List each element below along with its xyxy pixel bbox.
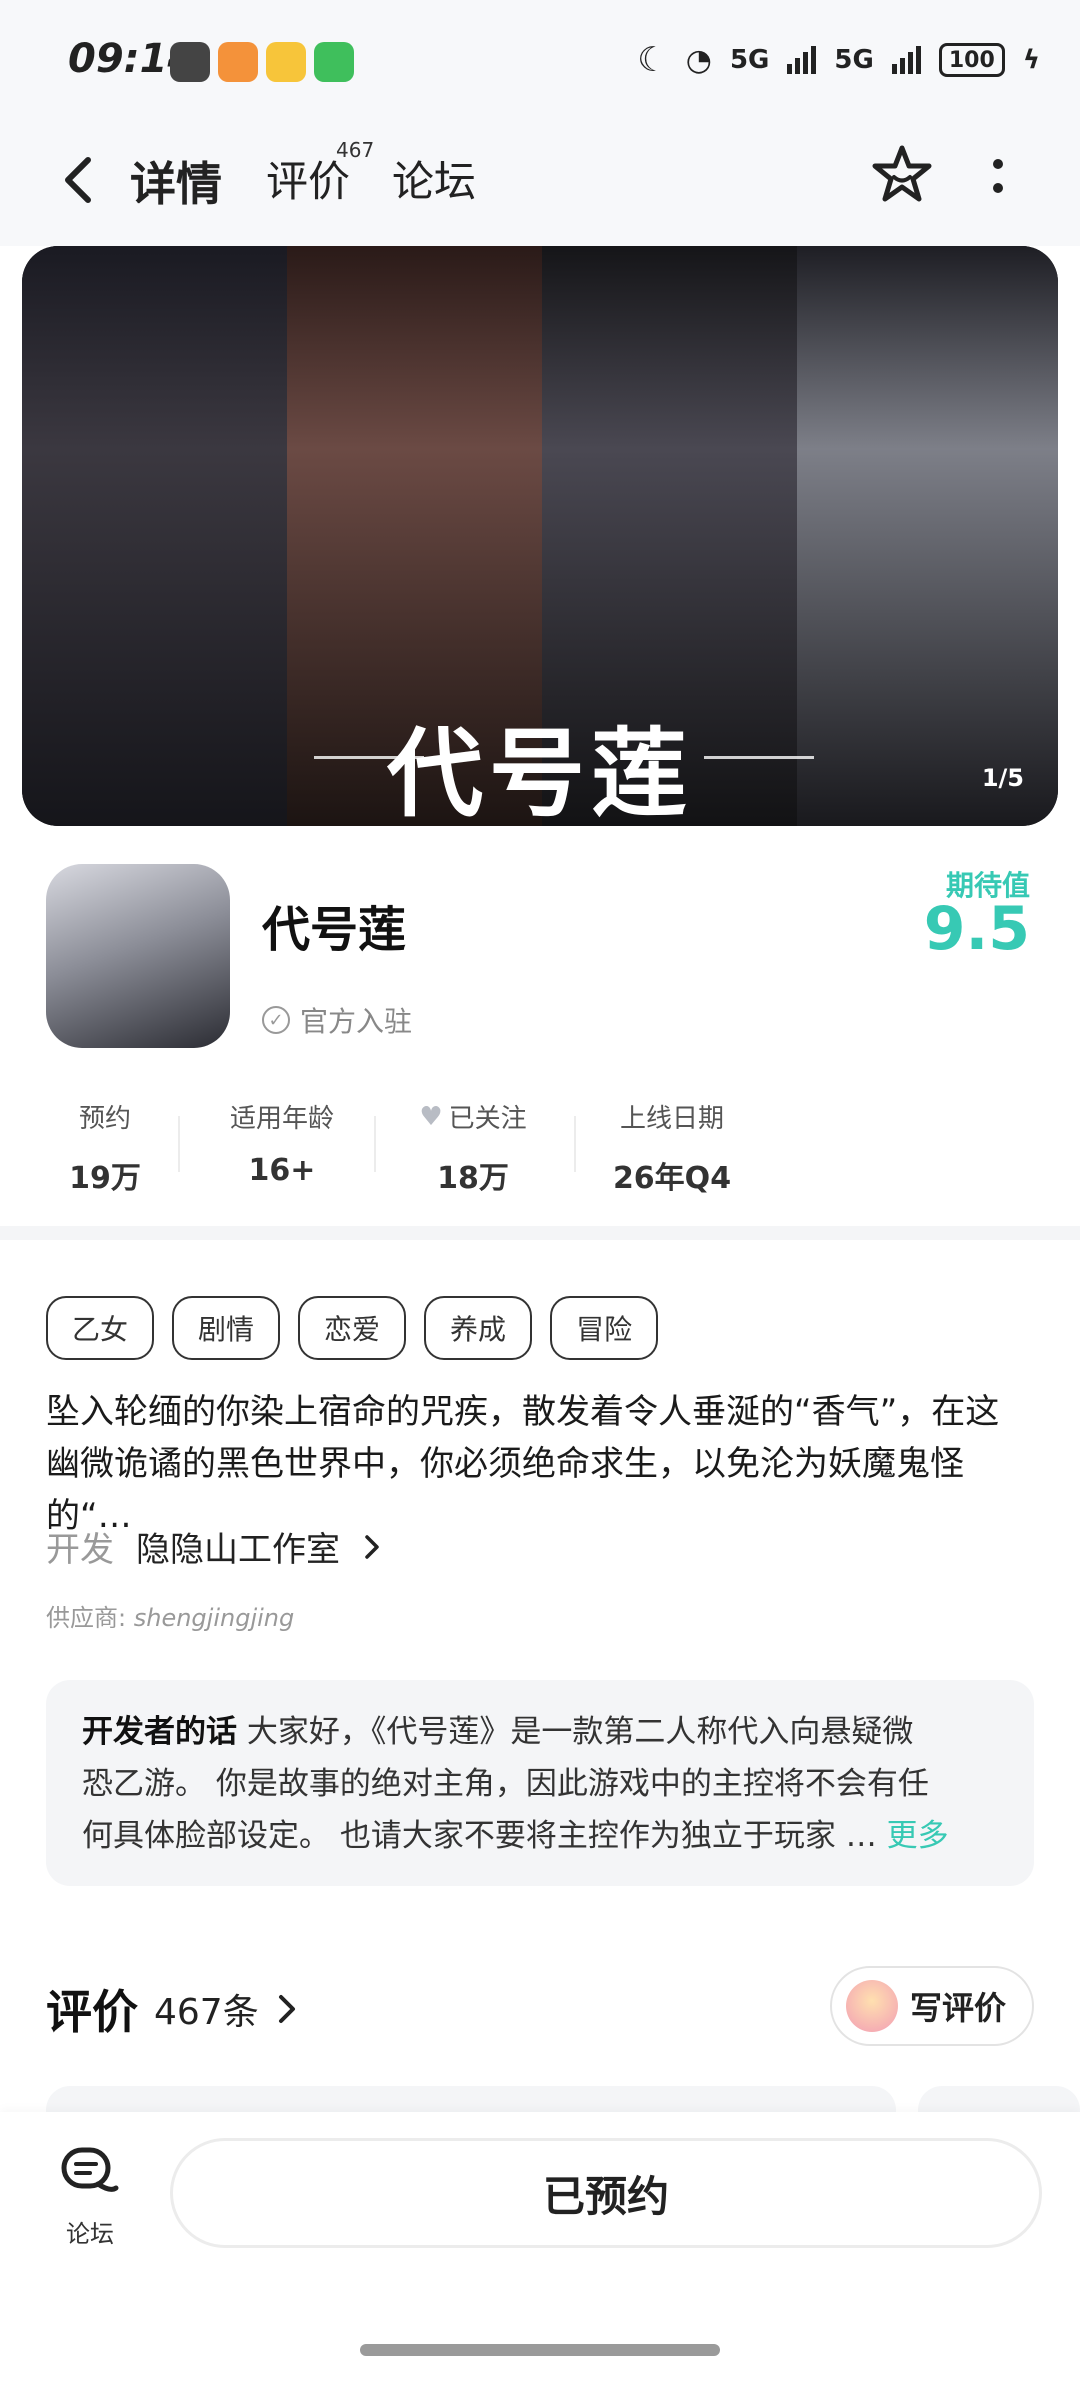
reserved-button[interactable]: 已预约 bbox=[170, 2138, 1042, 2248]
stat-value: 26年Q4 bbox=[612, 1161, 732, 1196]
developer-name: 隐隐山工作室 bbox=[136, 1530, 340, 1570]
game-description[interactable]: 坠入轮缅的你染上宿命的咒疾，散发着令人垂涎的“香气”，在这 幽微诡谲的黑色世界中… bbox=[46, 1386, 1036, 1542]
forum-shortcut-label: 论坛 bbox=[66, 2220, 114, 2248]
game-app-icon bbox=[46, 864, 230, 1048]
favorite-star-icon[interactable] bbox=[872, 144, 932, 204]
status-right-group: ☾ ◔ 5G 5G 100 ϟ bbox=[637, 40, 1040, 80]
reviews-title: 评价 bbox=[46, 1985, 138, 2039]
chevron-right-icon bbox=[365, 1534, 379, 1559]
orange-app-icon bbox=[218, 42, 258, 82]
more-options-icon[interactable] bbox=[988, 152, 1008, 202]
moon-icon: ☾ bbox=[637, 40, 668, 80]
stat-release-date: 上线日期 26年Q4 bbox=[612, 1098, 732, 1197]
stat-label: 上线日期 bbox=[619, 1104, 724, 1134]
stat-value: 16+ bbox=[248, 1153, 316, 1188]
reviews-count-badge: 467 bbox=[336, 138, 375, 162]
forum-shortcut-button[interactable]: 论坛 bbox=[50, 2144, 130, 2249]
stat-value: 19万 bbox=[69, 1161, 141, 1196]
stat-divider bbox=[374, 1116, 376, 1172]
charging-icon: ϟ bbox=[1022, 45, 1040, 75]
stat-divider bbox=[178, 1116, 180, 1172]
stat-label: 适用年龄 bbox=[229, 1104, 334, 1134]
stat-followers[interactable]: ♥ 已关注 18万 bbox=[408, 1098, 538, 1197]
dev-note-line: 开发者的话 大家好，《代号莲》是一款第二人称代入向悬疑微 bbox=[82, 1706, 998, 1758]
dev-note-title: 开发者的话 bbox=[82, 1714, 237, 1750]
game-name: 代号莲 bbox=[262, 902, 407, 958]
stat-label: 已关注 bbox=[448, 1104, 527, 1134]
stat-label-row: ♥ 已关注 bbox=[408, 1098, 538, 1135]
stat-label: 预约 bbox=[78, 1104, 131, 1134]
dev-note-text: 大家好，《代号莲》是一款第二人称代入向悬疑微 bbox=[246, 1714, 914, 1750]
supplier-info: 供应商: shengjingjing bbox=[46, 1598, 294, 1633]
write-review-button[interactable]: 写评价 bbox=[830, 1966, 1034, 2046]
status-bar: 09:14 ☾ ◔ 5G 5G 100 ϟ bbox=[0, 0, 1080, 120]
tab-details[interactable]: 详情 bbox=[124, 148, 228, 214]
official-label: 官方入驻 bbox=[300, 1005, 413, 1038]
battery-icon: 100 bbox=[938, 43, 1005, 77]
write-review-label: 写评价 bbox=[910, 1989, 1007, 2027]
user-avatar bbox=[846, 1980, 898, 2032]
stat-reservations: 预约 19万 bbox=[60, 1098, 150, 1197]
network-label-2: 5G bbox=[834, 45, 874, 75]
tag-story[interactable]: 剧情 bbox=[172, 1296, 281, 1360]
reviews-header[interactable]: 评价 467条 bbox=[46, 1976, 299, 2042]
wechat-icon bbox=[314, 42, 354, 82]
stat-divider bbox=[574, 1116, 576, 1172]
expectation-score: 9.5 bbox=[923, 894, 1030, 964]
signal-icon bbox=[787, 46, 817, 74]
genre-tags: 乙女 剧情 恋爱 养成 冒险 bbox=[46, 1296, 659, 1360]
check-circle-icon: ✓ bbox=[262, 1006, 290, 1034]
back-arrow-icon[interactable] bbox=[56, 150, 106, 210]
tag-romance[interactable]: 恋爱 bbox=[298, 1296, 407, 1360]
section-divider bbox=[0, 1226, 1080, 1240]
signal-icon-2 bbox=[891, 46, 921, 74]
home-indicator[interactable] bbox=[360, 2344, 720, 2356]
tag-adventure[interactable]: 冒险 bbox=[550, 1296, 659, 1360]
network-label-1: 5G bbox=[729, 45, 770, 75]
clock-app-icon bbox=[170, 42, 210, 82]
bottom-action-bar: 论坛 已预约 bbox=[0, 2112, 1080, 2382]
reviews-count: 467条 bbox=[154, 1992, 259, 2033]
official-badge: ✓ 官方入驻 bbox=[262, 1000, 412, 1040]
tag-nurture[interactable]: 养成 bbox=[424, 1296, 533, 1360]
dev-note-text: 何具体脸部设定。 也请大家不要将主控作为独立于玩家 … bbox=[82, 1818, 877, 1854]
tab-forum[interactable]: 论坛 bbox=[392, 148, 476, 209]
game-banner[interactable]: 代号莲 1/5 bbox=[22, 246, 1058, 826]
banner-page-counter: 1/5 bbox=[981, 764, 1024, 792]
description-line: 坠入轮缅的你染上宿命的咒疾，散发着令人垂涎的“香气”，在这 bbox=[46, 1392, 1000, 1432]
top-nav: 详情 评价 467 论坛 bbox=[0, 120, 1080, 246]
developer-row[interactable]: 开发 隐隐山工作室 bbox=[46, 1522, 382, 1571]
dev-note-more-link[interactable]: 更多 bbox=[887, 1818, 949, 1854]
stat-value: 18万 bbox=[437, 1161, 509, 1196]
dev-note-line: 恐乙游。 你是故事的绝对主角，因此游戏中的主控将不会有任 bbox=[82, 1766, 929, 1802]
supplier-label: 供应商: bbox=[46, 1604, 127, 1632]
chevron-right-icon bbox=[278, 1995, 295, 2023]
banner-title: 代号莲 bbox=[387, 718, 693, 826]
heart-icon: ♥ bbox=[419, 1101, 443, 1132]
dev-note-line: 何具体脸部设定。 也请大家不要将主控作为独立于玩家 … 更多 bbox=[82, 1810, 998, 1862]
developer-label: 开发 bbox=[46, 1530, 114, 1570]
developer-note-card[interactable]: 开发者的话 大家好，《代号莲》是一款第二人称代入向悬疑微 恐乙游。 你是故事的绝… bbox=[46, 1680, 1034, 1886]
forum-chat-icon bbox=[61, 2147, 119, 2192]
supplier-name: shengjingjing bbox=[133, 1604, 295, 1632]
weibo-icon bbox=[266, 42, 306, 82]
tag-otome[interactable]: 乙女 bbox=[46, 1296, 155, 1360]
stat-age-rating: 适用年龄 16+ bbox=[212, 1098, 352, 1188]
wifi-icon: ◔ bbox=[685, 42, 712, 78]
